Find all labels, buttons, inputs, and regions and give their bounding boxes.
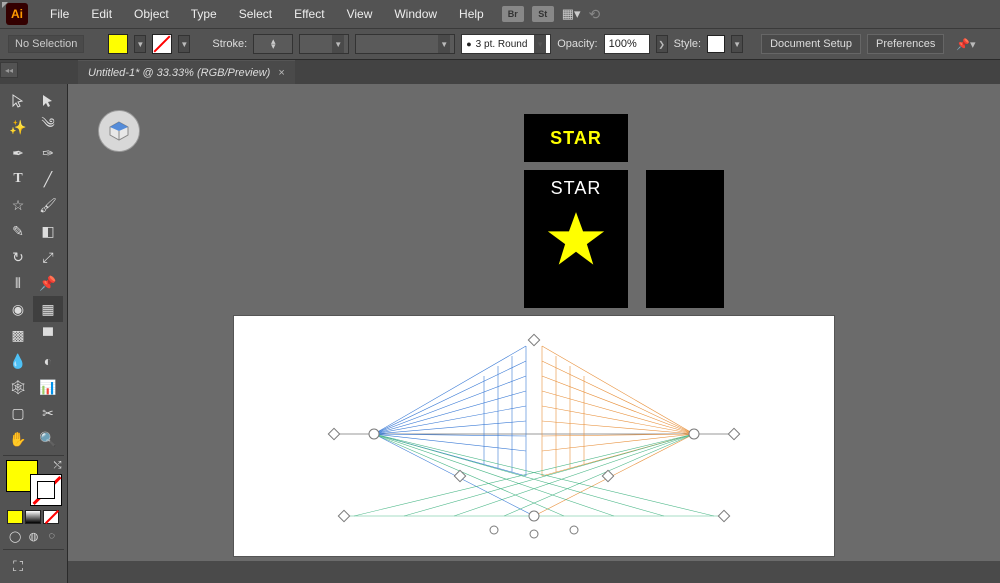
shaper-tool[interactable]: ✎: [3, 218, 33, 244]
artboard-star-small[interactable]: STAR: [524, 114, 628, 162]
document-tab-title: Untitled-1* @ 33.33% (RGB/Preview): [88, 67, 270, 79]
variable-width-field[interactable]: ▼: [299, 34, 349, 54]
zoom-tool[interactable]: 🔍: [33, 426, 63, 452]
menubar: Ai File Edit Object Type Select Effect V…: [0, 0, 1000, 28]
pen-tool[interactable]: ✒: [3, 140, 33, 166]
eyedropper-tool[interactable]: 💧: [3, 348, 33, 374]
fill-swatch[interactable]: [108, 34, 128, 54]
style-dropdown[interactable]: ▼: [731, 35, 743, 53]
rectangle-tool[interactable]: ☆: [3, 192, 33, 218]
pin-icon[interactable]: 📌▾: [956, 38, 975, 51]
document-tab[interactable]: Untitled-1* @ 33.33% (RGB/Preview) ×: [78, 60, 295, 84]
canvas[interactable]: STAR STAR: [68, 84, 1000, 561]
document-setup-button[interactable]: Document Setup: [761, 34, 861, 54]
star-text-white: STAR: [551, 178, 602, 199]
selection-status: No Selection: [8, 35, 84, 53]
menu-view[interactable]: View: [337, 3, 383, 25]
swap-fill-stroke-icon[interactable]: ⤭: [54, 460, 62, 471]
draw-normal-icon[interactable]: ◯: [7, 528, 23, 544]
toolbox: ✨ ༄ ✒ ✑ T ╱ ☆ 🖌 ✎ ◧ ↻ ⤢ ⫴ 📌 ◉ ▦ ▩ ▀ 💧 ◐ …: [0, 84, 68, 583]
opacity-dropdown[interactable]: ❯: [656, 35, 668, 53]
width-tool[interactable]: ⫴: [3, 270, 33, 296]
menu-window[interactable]: Window: [384, 3, 447, 25]
menu-object[interactable]: Object: [124, 3, 179, 25]
column-graph-tool[interactable]: 📊: [33, 374, 63, 400]
close-tab-icon[interactable]: ×: [278, 67, 284, 79]
line-tool[interactable]: ╱: [33, 166, 63, 192]
fill-dropdown[interactable]: ▼: [134, 35, 146, 53]
style-swatch[interactable]: [707, 35, 725, 53]
stock-icon[interactable]: St: [532, 6, 554, 22]
hand-tool[interactable]: ✋: [3, 426, 33, 452]
draw-inside-icon[interactable]: ◌: [44, 528, 60, 544]
slice-tool[interactable]: ✂: [33, 400, 63, 426]
color-mode-color[interactable]: [7, 510, 23, 524]
menu-type[interactable]: Type: [181, 3, 227, 25]
draw-behind-icon[interactable]: ◍: [25, 528, 41, 544]
color-mode-gradient[interactable]: [25, 510, 41, 524]
lasso-tool[interactable]: ༄: [33, 114, 63, 140]
opacity-label: Opacity:: [557, 38, 597, 50]
symbol-sprayer-tool[interactable]: 🕸: [3, 374, 33, 400]
opacity-field[interactable]: 100%: [604, 34, 650, 54]
type-tool[interactable]: T: [3, 166, 33, 192]
menu-edit[interactable]: Edit: [81, 3, 122, 25]
window-corner: [2, 2, 8, 8]
panel-collapse-grip[interactable]: ◂◂: [0, 62, 18, 78]
artboard-perspective[interactable]: [234, 316, 834, 556]
stroke-dropdown[interactable]: ▼: [178, 35, 190, 53]
menu-effect[interactable]: Effect: [284, 3, 334, 25]
gradient-tool[interactable]: ▀: [33, 322, 63, 348]
artboard-star-large[interactable]: STAR: [524, 170, 628, 308]
preferences-button[interactable]: Preferences: [867, 34, 944, 54]
scale-tool[interactable]: ⤢: [33, 244, 63, 270]
free-transform-tool[interactable]: 📌: [33, 270, 63, 296]
magic-wand-tool[interactable]: ✨: [3, 114, 33, 140]
curvature-tool[interactable]: ✑: [33, 140, 63, 166]
control-bar: No Selection ▼ ▼ Stroke: ▴▾ ▼ ▼ ● 3 pt. …: [0, 28, 1000, 60]
stroke-weight-field[interactable]: ▴▾: [253, 34, 293, 54]
shape-builder-tool[interactable]: ◉: [3, 296, 33, 322]
perspective-plane-widget[interactable]: [98, 110, 140, 152]
app-logo[interactable]: Ai: [6, 3, 28, 25]
draw-mode-row: ◯ ◍ ◌: [3, 526, 64, 546]
selection-tool[interactable]: [3, 88, 33, 114]
stepper-icon: ▴▾: [271, 39, 276, 49]
fill-stroke-control[interactable]: ⤭: [6, 460, 62, 506]
style-label: Style:: [674, 38, 702, 50]
gpu-icon[interactable]: ⟲: [589, 6, 601, 23]
color-mode-none[interactable]: [43, 510, 59, 524]
artboard-blank[interactable]: [646, 170, 724, 308]
document-tab-strip: Untitled-1* @ 33.33% (RGB/Preview) ×: [0, 60, 1000, 84]
screen-mode-icon[interactable]: ⛶: [3, 553, 33, 579]
blend-tool[interactable]: ◐: [33, 348, 63, 374]
star-shape-icon: [544, 207, 608, 271]
mesh-tool[interactable]: ▩: [3, 322, 33, 348]
brush-def-field[interactable]: ▼: [355, 34, 455, 54]
eraser-tool[interactable]: ◧: [33, 218, 63, 244]
rotate-tool[interactable]: ↻: [3, 244, 33, 270]
menu-file[interactable]: File: [40, 3, 79, 25]
color-mode-row: [3, 508, 64, 526]
paintbrush-tool[interactable]: 🖌: [33, 192, 63, 218]
brush-field[interactable]: ● 3 pt. Round ▼: [461, 34, 551, 54]
stroke-swatch[interactable]: [152, 34, 172, 54]
stroke-color[interactable]: [30, 474, 62, 506]
stroke-label: Stroke:: [212, 38, 247, 50]
menu-select[interactable]: Select: [229, 3, 282, 25]
arrange-documents-icon[interactable]: ▦▾: [562, 6, 581, 22]
artboard-tool[interactable]: ▢: [3, 400, 33, 426]
bridge-icon[interactable]: Br: [502, 6, 524, 22]
star-text-yellow: STAR: [550, 128, 602, 149]
menu-help[interactable]: Help: [449, 3, 494, 25]
perspective-grid-tool[interactable]: ▦: [33, 296, 63, 322]
brush-name: 3 pt. Round: [476, 39, 528, 50]
